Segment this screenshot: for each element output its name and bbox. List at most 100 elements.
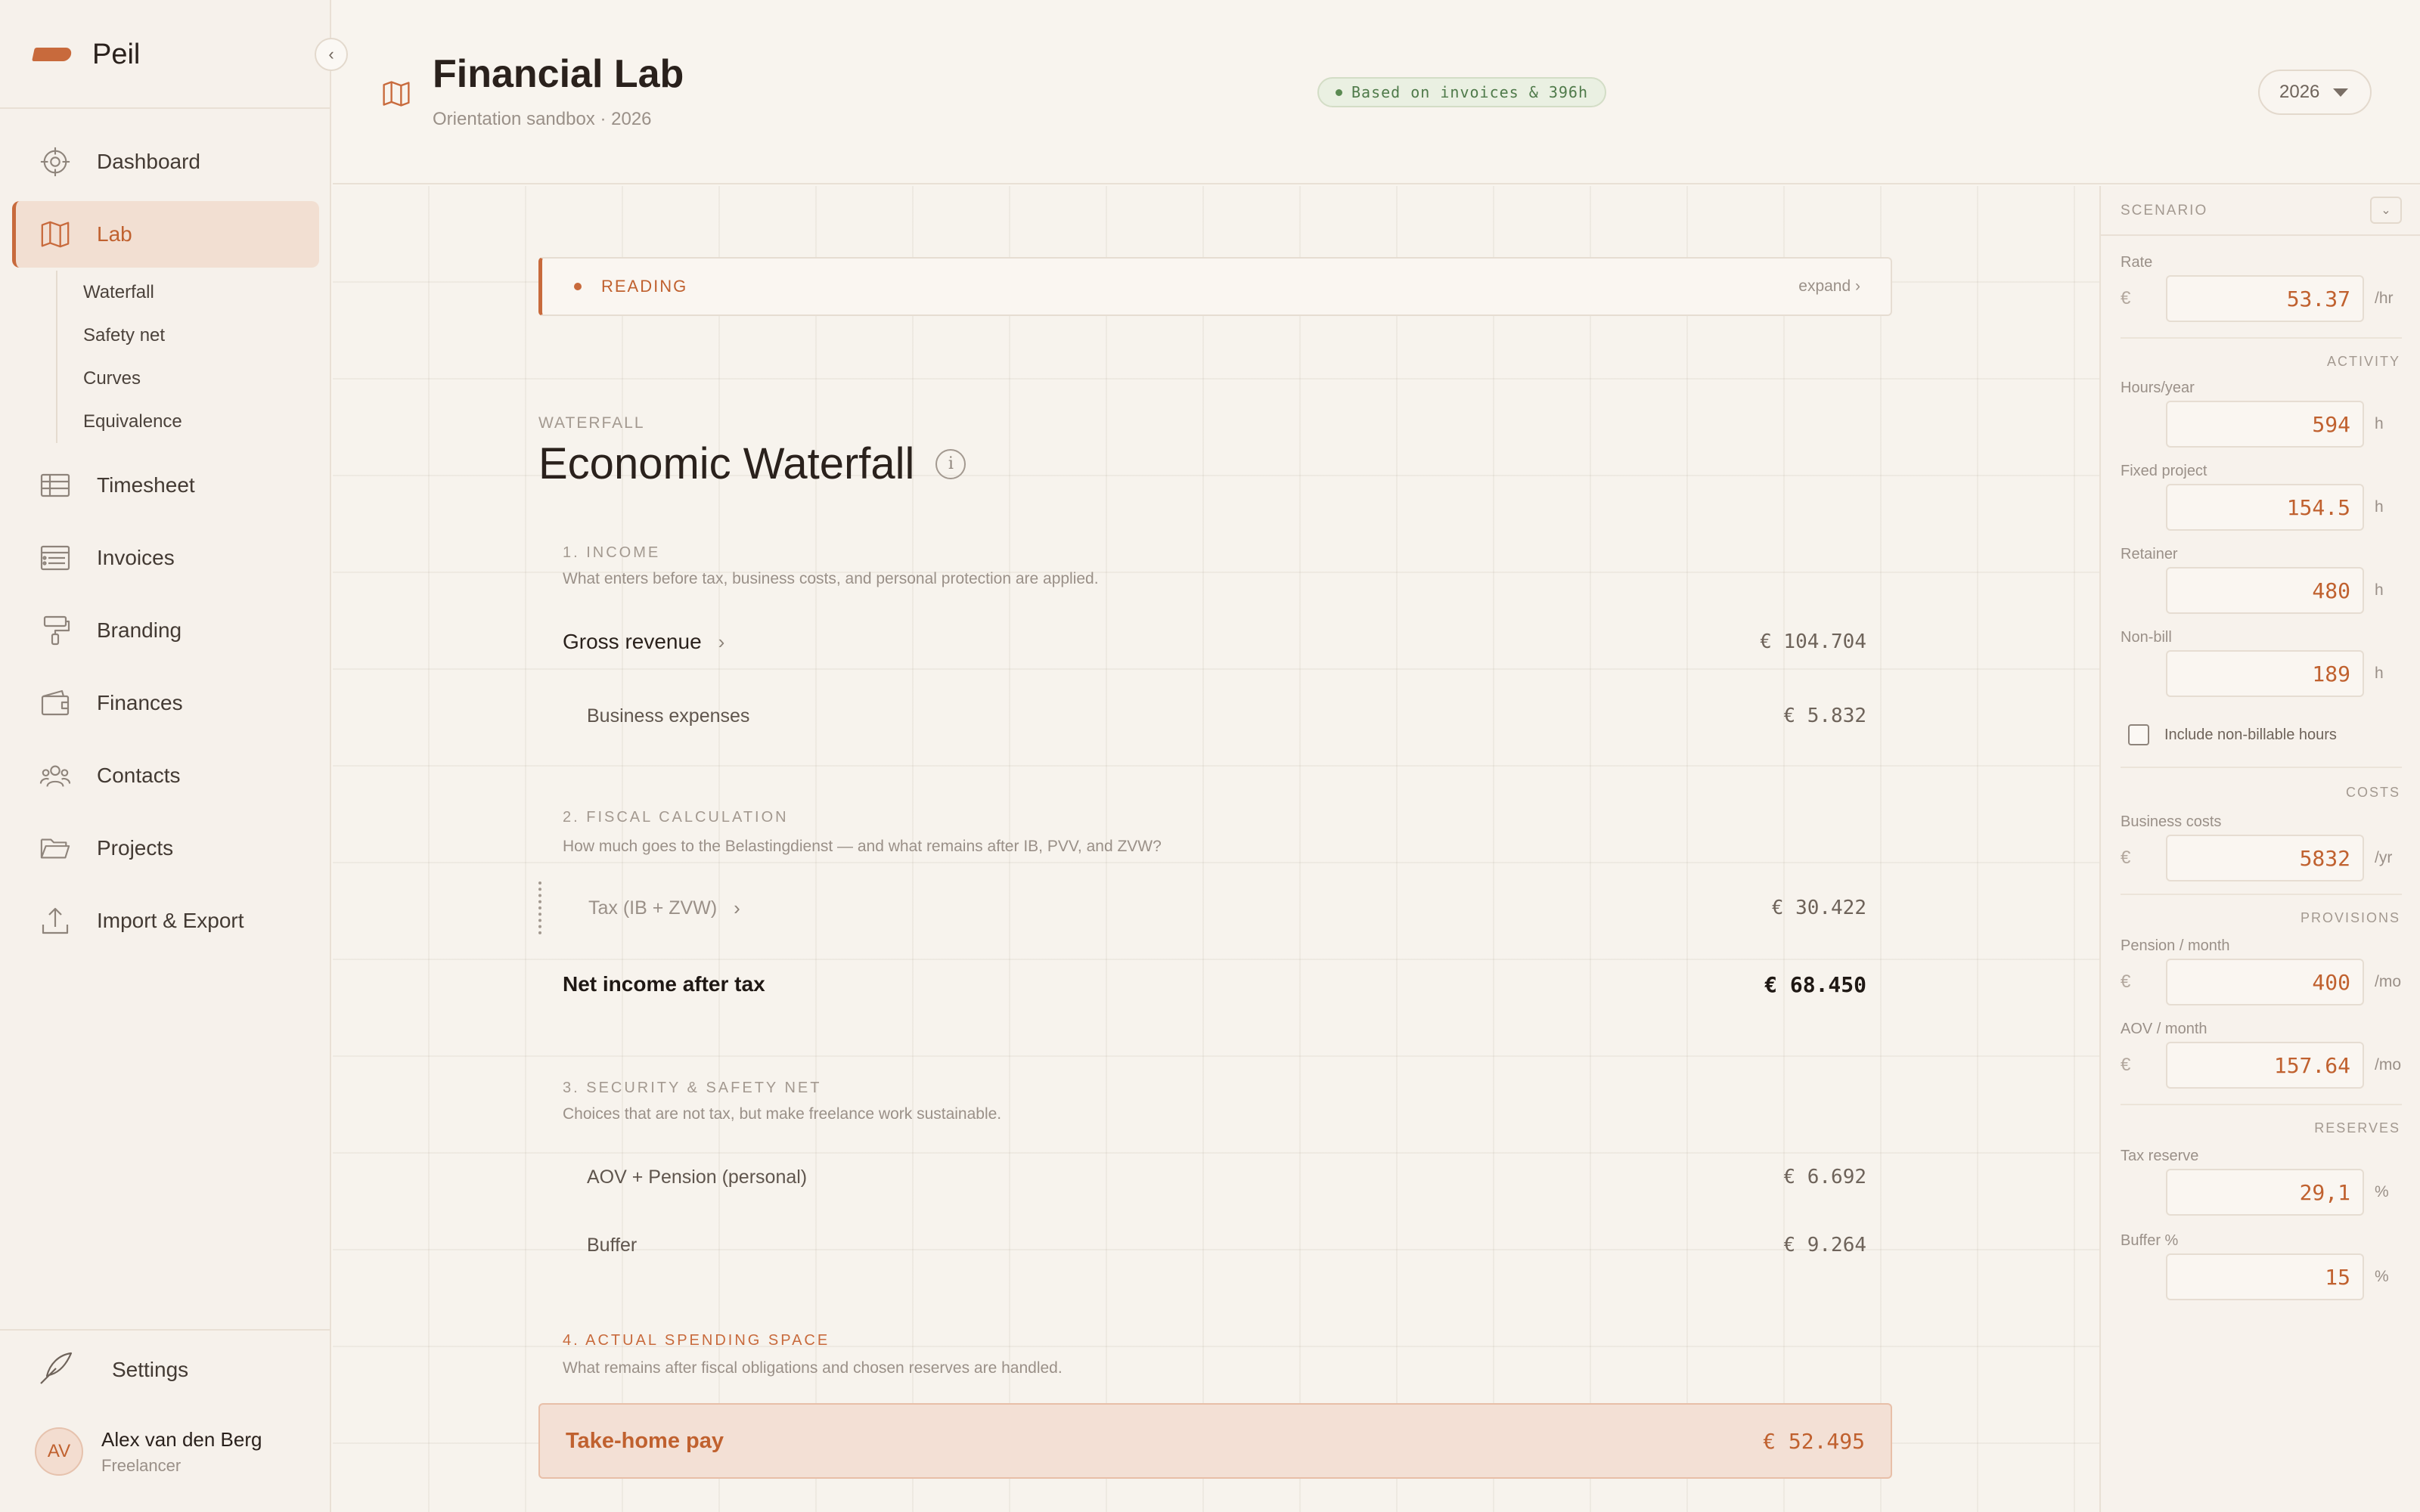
status-badge: Based on invoices & 396h: [1317, 77, 1606, 107]
row-value: € 6.692: [1783, 1166, 1866, 1188]
row-tax[interactable]: Tax (IB + ZVW) › € 30.422: [538, 881, 1892, 934]
tax-reserve-label: Tax reserve: [2121, 1148, 2199, 1164]
retainer-input[interactable]: 480: [2166, 567, 2364, 614]
row-business-expenses: Business expenses € 5.832: [538, 689, 1892, 742]
sidebar-item-label: Timesheet: [97, 473, 195, 497]
scenario-panel: SCENARIO ⌄ Rate € 53.37 /hr ACTIVITY Hou…: [2099, 186, 2420, 1512]
hours-input[interactable]: 594: [2166, 401, 2364, 448]
sidebar-item-settings[interactable]: Settings: [36, 1346, 188, 1394]
subnav-item-curves[interactable]: Curves: [83, 357, 319, 400]
dotted-marker: [538, 881, 541, 934]
tax-reserve-unit: %: [2375, 1183, 2389, 1201]
sidebar-item-contacts[interactable]: Contacts: [12, 742, 319, 809]
row-value: € 9.264: [1783, 1234, 1866, 1256]
row-value: € 5.832: [1783, 705, 1866, 727]
waterfall-title-text: Economic Waterfall: [538, 439, 915, 488]
info-icon[interactable]: i: [935, 448, 966, 479]
sidebar-item-label: Import & Export: [97, 909, 244, 932]
row-label: AOV + Pension (personal): [587, 1166, 808, 1188]
chevron-right-icon: ›: [718, 630, 725, 653]
buffer-label: Buffer %: [2121, 1232, 2179, 1249]
sidebar-item-import-export[interactable]: Import & Export: [12, 888, 319, 954]
section-heading-income: 1. INCOME: [563, 544, 661, 561]
row-aov-pension: AOV + Pension (personal) € 6.692: [538, 1151, 1892, 1204]
rate-input[interactable]: 53.37: [2166, 275, 2364, 322]
table-icon: [39, 469, 71, 501]
row-gross-revenue[interactable]: Gross revenue › € 104.704: [538, 615, 1892, 668]
reading-panel[interactable]: READING expand ›: [538, 257, 1892, 316]
user-name: Alex van den Berg: [101, 1427, 262, 1451]
year-select-value: 2026: [2279, 82, 2320, 102]
row-label: Tax (IB + ZVW): [588, 897, 718, 919]
subnav-item-equivalence[interactable]: Equivalence: [83, 400, 319, 443]
sidebar-item-timesheet[interactable]: Timesheet: [12, 452, 319, 519]
group-activity: ACTIVITY: [2326, 354, 2400, 369]
subnav-item-waterfall[interactable]: Waterfall: [83, 271, 319, 314]
sidebar-item-projects[interactable]: Projects: [12, 815, 319, 881]
tax-reserve-input[interactable]: 29,1: [2166, 1169, 2364, 1216]
sidebar-item-label: Lab: [97, 222, 132, 246]
retainer-unit: h: [2375, 581, 2384, 599]
currency-symbol: €: [2121, 971, 2131, 992]
pension-field: € 400 /mo: [2121, 959, 2401, 1005]
row-label: Take-home pay: [566, 1428, 724, 1453]
hours-label: Hours/year: [2121, 380, 2195, 396]
brand-name: Peil: [92, 38, 141, 70]
checkbox-box[interactable]: [2128, 724, 2149, 745]
business-costs-unit: /yr: [2375, 849, 2393, 866]
row-label: Buffer: [587, 1234, 638, 1256]
sidebar-item-label: Projects: [97, 836, 174, 860]
subnav-item-safety-net[interactable]: Safety net: [83, 314, 319, 357]
brand[interactable]: Peil: [32, 33, 141, 76]
sidebar-nav: Dashboard Lab Waterfall Safety net Curve…: [12, 129, 319, 960]
row-take-home-pay: Take-home pay € 52.495: [538, 1403, 1892, 1479]
group-provisions: PROVISIONS: [2300, 910, 2400, 925]
business-costs-field: € 5832 /yr: [2121, 835, 2392, 881]
year-select[interactable]: 2026: [2258, 70, 2372, 115]
aov-input[interactable]: 157.64: [2166, 1042, 2364, 1089]
rate-label: Rate: [2121, 254, 2153, 271]
nonbill-unit: h: [2375, 665, 2384, 682]
user-profile[interactable]: AV Alex van den Berg Freelancer: [35, 1427, 262, 1476]
crosshair-icon: [39, 146, 71, 178]
pension-label: Pension / month: [2121, 937, 2230, 954]
sidebar-item-branding[interactable]: Branding: [12, 597, 319, 664]
status-dot-icon: [1336, 88, 1342, 96]
include-nonbill-checkbox[interactable]: Include non-billable hours: [2128, 724, 2337, 745]
section-heading-spending: 4. ACTUAL SPENDING SPACE: [563, 1332, 830, 1349]
sidebar-item-label: Invoices: [97, 546, 175, 569]
sidebar: Peil Dashboard Lab Waterfall Safety net …: [0, 0, 331, 1512]
row-value: € 30.422: [1771, 897, 1866, 919]
hours-unit: h: [2375, 415, 2384, 432]
row-value: € 52.495: [1763, 1428, 1865, 1454]
checkbox-label: Include non-billable hours: [2164, 726, 2337, 743]
waterfall-title: Economic Waterfall i: [538, 438, 966, 489]
aov-unit: /mo: [2375, 1056, 2402, 1074]
collapse-sidebar-button[interactable]: ‹: [315, 38, 348, 71]
sidebar-item-invoices[interactable]: Invoices: [12, 525, 319, 591]
buffer-input[interactable]: 15: [2166, 1253, 2364, 1300]
retainer-label: Retainer: [2121, 546, 2178, 562]
sidebar-divider: [0, 1329, 331, 1331]
map-icon: [39, 218, 71, 250]
business-costs-input[interactable]: 5832: [2166, 835, 2364, 881]
reading-label: READING: [601, 277, 688, 296]
sidebar-item-dashboard[interactable]: Dashboard: [12, 129, 319, 195]
chevron-down-icon[interactable]: ⌄: [2370, 197, 2402, 224]
nonbill-input[interactable]: 189: [2166, 650, 2364, 697]
fixed-project-unit: h: [2375, 498, 2384, 516]
currency-symbol: €: [2121, 1055, 2131, 1075]
expand-link[interactable]: expand ›: [1798, 277, 1860, 296]
section-eyebrow: WATERFALL: [538, 414, 645, 432]
panel-divider: [2121, 894, 2402, 895]
fixed-project-input[interactable]: 154.5: [2166, 484, 2364, 531]
sidebar-item-lab[interactable]: Lab: [12, 201, 319, 268]
map-icon: [381, 79, 411, 113]
pension-input[interactable]: 400: [2166, 959, 2364, 1005]
section-heading-security: 3. SECURITY & SAFETY NET: [563, 1080, 822, 1096]
paint-roller-icon: [39, 615, 71, 646]
avatar: AV: [35, 1427, 83, 1476]
page-subtitle: Orientation sandbox · 2026: [433, 109, 652, 129]
row-value: € 104.704: [1760, 631, 1866, 653]
sidebar-item-finances[interactable]: Finances: [12, 670, 319, 736]
